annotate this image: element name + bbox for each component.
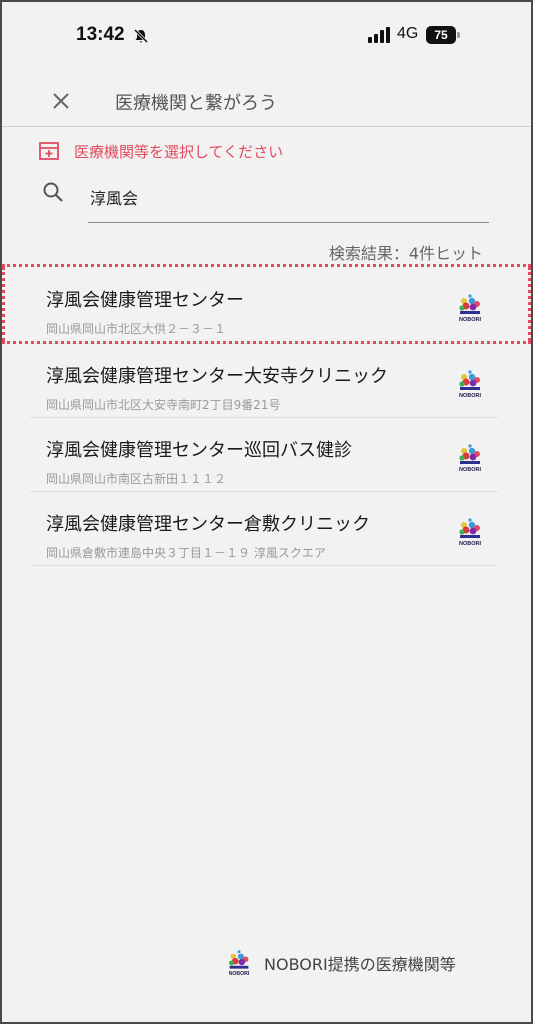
nobori-logo-icon: NOBORI — [459, 370, 481, 399]
bell-muted-icon — [133, 28, 149, 44]
list-item[interactable]: 淳風会健康管理センター 岡山県岡山市北区大供２－３－１ NOBORI — [30, 268, 498, 344]
svg-text:NOBORI: NOBORI — [459, 541, 481, 547]
item-name: 淳風会健康管理センター大安寺クリニック — [46, 366, 388, 387]
app-header: 医療機関と繋がろう — [2, 74, 531, 127]
search-icon — [43, 182, 63, 202]
item-address: 岡山県岡山市北区大安寺南町2丁目9番21号 — [46, 398, 281, 412]
result-list: 淳風会健康管理センター 岡山県岡山市北区大供２－３－１ NOBORI 淳風会健康… — [30, 268, 498, 566]
page-title: 医療機関と繋がろう — [115, 93, 277, 114]
svg-text:NOBORI: NOBORI — [229, 971, 250, 977]
nobori-logo-icon: NOBORI — [229, 950, 250, 977]
item-address: 岡山県倉敷市連島中央３丁目１－１９ 淳風スクエア — [46, 546, 326, 560]
search-bar — [42, 178, 489, 223]
item-name: 淳風会健康管理センター — [46, 290, 244, 311]
item-name: 淳風会健康管理センター巡回バス健診 — [46, 440, 352, 461]
close-icon[interactable] — [50, 90, 72, 112]
footer-label: NOBORI提携の医療機関等 — [264, 955, 456, 974]
search-input[interactable] — [88, 178, 489, 223]
item-address: 岡山県岡山市南区古新田１１１２ — [46, 472, 227, 486]
select-prompt: 医療機関等を選択してください — [38, 140, 283, 162]
signal-icon — [368, 27, 390, 43]
list-item[interactable]: 淳風会健康管理センター大安寺クリニック 岡山県岡山市北区大安寺南町2丁目9番21… — [30, 344, 498, 418]
phone-screen: 13:42 4G 75 医療機関と繋がろう 医療機関等を選択してください 淳風会… — [0, 0, 533, 1024]
battery-icon: 75 — [426, 26, 460, 44]
status-bar: 13:42 4G 75 — [2, 2, 531, 74]
list-item[interactable]: 淳風会健康管理センター倉敷クリニック 岡山県倉敷市連島中央３丁目１－１９ 淳風ス… — [30, 492, 498, 566]
status-time: 13:42 — [76, 24, 125, 45]
network-type: 4G — [397, 25, 419, 42]
hospital-add-icon — [39, 142, 59, 160]
item-name: 淳風会健康管理センター倉敷クリニック — [46, 514, 370, 535]
svg-text:NOBORI: NOBORI — [459, 317, 481, 323]
list-item[interactable]: 淳風会健康管理センター巡回バス健診 岡山県岡山市南区古新田１１１２ NOBORI — [30, 418, 498, 492]
nobori-logo-icon: NOBORI — [459, 444, 481, 473]
nobori-partner-link[interactable]: NOBORI NOBORI提携の医療機関等 — [224, 948, 456, 978]
result-count: 検索結果：4件ヒット — [328, 244, 483, 263]
nobori-logo-icon: NOBORI — [459, 294, 481, 323]
item-address: 岡山県岡山市北区大供２－３－１ — [46, 322, 227, 336]
prompt-text: 医療機関等を選択してください — [74, 142, 284, 161]
svg-text:NOBORI: NOBORI — [459, 393, 481, 399]
nobori-logo-icon: NOBORI — [459, 518, 481, 547]
svg-text:NOBORI: NOBORI — [459, 467, 481, 473]
